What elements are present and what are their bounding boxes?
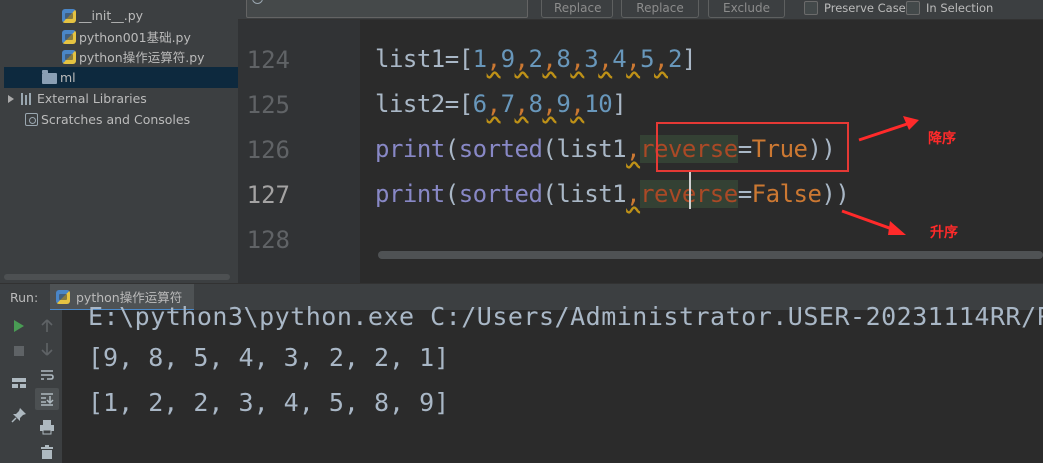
editor-gutter: 124 125 126 127 128 [238, 20, 360, 283]
folder-icon [42, 70, 57, 84]
tree-item-label: External Libraries [37, 91, 147, 106]
tree-item-label: ml [60, 70, 76, 85]
expand-caret-icon[interactable] [8, 94, 14, 103]
run-toolbar [0, 310, 62, 463]
python-file-icon [62, 49, 76, 64]
trash-icon[interactable] [39, 444, 55, 460]
stop-icon[interactable] [11, 343, 27, 359]
scratches-icon [25, 113, 38, 126]
checkbox-label: Preserve Case [824, 1, 906, 15]
arrow-icon [841, 209, 906, 235]
text-caret [689, 171, 691, 209]
code-line-124[interactable]: list1=[1,9,2,8,3,4,5,2] [375, 45, 696, 73]
find-replace-bar: Replace Replace all Exclude Preserve Cas… [238, 0, 1043, 37]
project-tree-panel: __init__.py python001基础.py python操作运算符.p… [0, 0, 238, 283]
code-line-127[interactable]: print(sorted(list1,reverse=False)) [375, 180, 850, 208]
annotation-descending: 降序 [928, 131, 956, 147]
scroll-to-end-toggle[interactable] [35, 388, 59, 410]
console-output-line: [1, 2, 2, 3, 4, 5, 8, 9] [88, 388, 450, 417]
run-icon[interactable] [11, 318, 27, 334]
tree-item-label: Scratches and Consoles [41, 112, 191, 127]
code-line-125[interactable]: list2=[6,7,8,9,10] [375, 90, 627, 118]
console-output-line: [9, 8, 5, 4, 3, 2, 2, 1] [88, 343, 450, 372]
library-icon [20, 92, 34, 105]
run-label: Run: [10, 290, 39, 305]
checkbox-box [906, 1, 920, 15]
annotation-ascending: 升序 [930, 225, 958, 241]
line-number: 126 [246, 136, 290, 164]
annotation-highlight-box [656, 122, 849, 172]
tree-item-label: python001基础.py [79, 30, 191, 45]
tree-item-python-operators[interactable]: python操作运算符.py [62, 46, 205, 67]
print-icon[interactable] [39, 419, 55, 435]
tree-item-label: python操作运算符.py [79, 50, 205, 65]
preserve-case-checkbox[interactable]: Preserve Case [804, 0, 906, 16]
tree-item-ml-folder[interactable]: ml [4, 67, 238, 88]
horizontal-scrollbar[interactable] [4, 274, 230, 280]
python-file-icon [62, 29, 76, 44]
checkbox-label: In Selection [926, 1, 994, 15]
arrow-icon [858, 116, 919, 142]
replace-input[interactable] [246, 0, 528, 18]
in-selection-checkbox[interactable]: In Selection [906, 0, 993, 16]
line-number-current: 127 [246, 181, 290, 209]
up-arrow-icon[interactable] [39, 318, 55, 334]
line-number: 128 [246, 226, 290, 254]
python-file-icon [62, 8, 76, 23]
python-file-icon [56, 289, 70, 304]
checkbox-box [804, 1, 818, 15]
tree-item-python001[interactable]: python001基础.py [62, 26, 191, 47]
down-arrow-icon[interactable] [39, 341, 55, 357]
line-number: 125 [246, 91, 290, 119]
pin-icon[interactable] [11, 407, 27, 423]
replace-button[interactable]: Replace [541, 0, 613, 18]
tree-item-external-libraries[interactable]: External Libraries [8, 88, 147, 109]
scroll-to-end-icon [41, 393, 54, 406]
exclude-button[interactable]: Exclude [708, 0, 785, 18]
tree-item-label: __init__.py [79, 8, 144, 23]
run-console[interactable]: E:\python3\python.exe C:/Users/Administr… [62, 302, 1043, 463]
line-number: 124 [246, 46, 290, 74]
soft-wrap-icon[interactable] [39, 367, 55, 383]
replace-all-button[interactable]: Replace all [621, 0, 699, 37]
tree-item-init-py[interactable]: __init__.py [62, 5, 143, 26]
editor-horizontal-scrollbar[interactable] [378, 251, 1043, 259]
console-command-line: E:\python3\python.exe C:/Users/Administr… [88, 302, 1043, 331]
tree-item-scratches[interactable]: Scratches and Consoles [25, 109, 190, 130]
layout-icon[interactable] [11, 375, 27, 391]
